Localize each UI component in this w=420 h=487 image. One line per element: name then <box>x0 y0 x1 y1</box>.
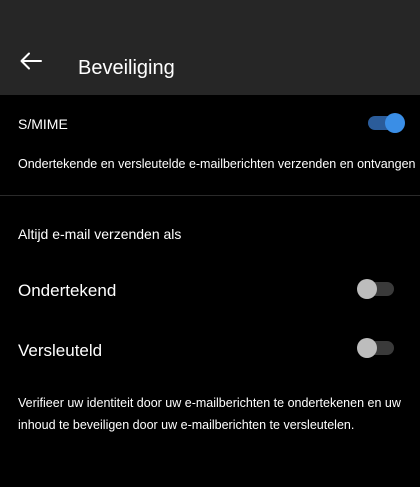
encrypted-toggle-knob <box>357 338 377 358</box>
smime-label: S/MIME <box>18 116 68 132</box>
send-as-heading: Altijd e-mail verzenden als <box>18 226 182 242</box>
section-divider <box>0 195 420 196</box>
back-button[interactable] <box>14 46 48 80</box>
page-title: Beveiliging <box>78 57 175 79</box>
smime-toggle-knob <box>385 113 405 133</box>
signed-label: Ondertekend <box>18 281 117 300</box>
smime-toggle[interactable] <box>368 113 405 133</box>
security-settings-screen: Beveiliging S/MIME Ondertekende en versl… <box>0 0 420 487</box>
security-explanation: Verifieer uw identiteit door uw e-mailbe… <box>18 396 401 432</box>
signed-toggle-knob <box>357 279 377 299</box>
app-header: Beveiliging <box>0 0 420 95</box>
smime-description: Ondertekende en versleutelde e-mailberic… <box>18 157 416 171</box>
arrow-left-icon <box>20 52 42 75</box>
encrypted-label: Versleuteld <box>18 341 103 360</box>
signed-toggle[interactable] <box>357 279 394 299</box>
encrypted-toggle[interactable] <box>357 338 394 358</box>
